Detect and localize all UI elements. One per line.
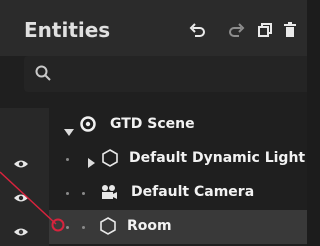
annotation-line	[0, 171, 57, 225]
annotation-circle	[51, 218, 65, 232]
entities-panel: Entities GTD Scene Default Dynamic Light…	[0, 0, 307, 246]
annotation-callout	[0, 171, 65, 232]
